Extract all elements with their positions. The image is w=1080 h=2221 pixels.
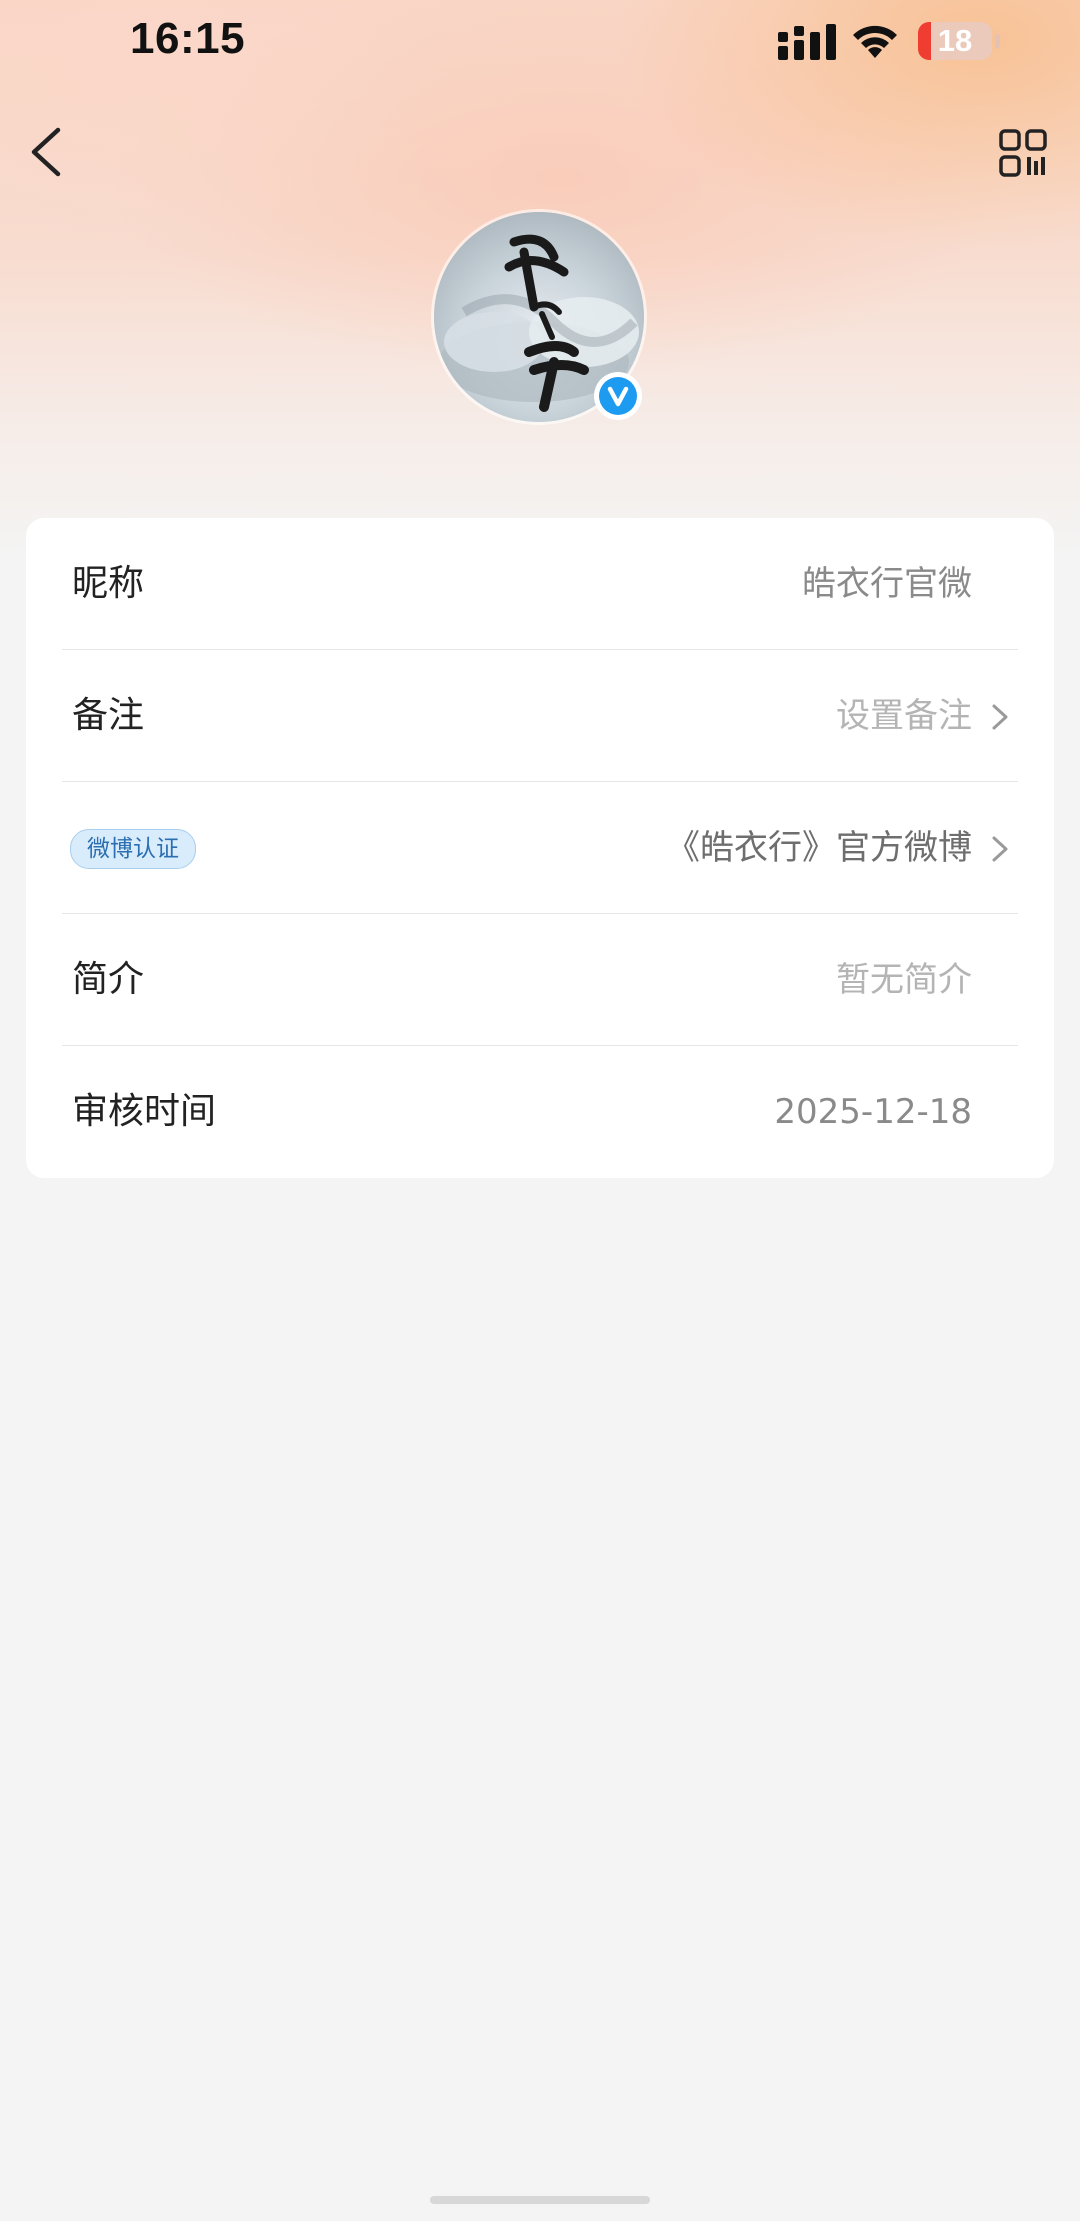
profile-info-screen: 16:15 18 昵称 皓衣行官微 备注 设置备注 微博认证 《皓衣行》官方微博… xyxy=(0,0,1080,2221)
wifi-icon xyxy=(853,25,897,58)
nickname-value: 皓衣行官微 xyxy=(802,564,972,604)
verified-badge xyxy=(594,372,642,420)
signal-icon xyxy=(778,24,836,60)
back-button[interactable] xyxy=(24,124,68,180)
weibo-verification-badge: 微博认证 xyxy=(70,829,196,869)
remark-row[interactable]: 备注 设置备注 xyxy=(26,650,1054,782)
chevron-right-icon xyxy=(992,836,1008,862)
verified-v-icon xyxy=(599,377,637,415)
battery-cap xyxy=(995,34,1000,48)
review-time-value: 2025-12-18 xyxy=(774,1092,972,1132)
battery-icon: 18 xyxy=(918,22,992,60)
battery-level: 18 xyxy=(937,23,973,58)
verification-row[interactable]: 微博认证 《皓衣行》官方微博 xyxy=(26,782,1054,914)
review-time-row: 审核时间 2025-12-18 xyxy=(26,1046,1054,1178)
profile-info-card: 昵称 皓衣行官微 备注 设置备注 微博认证 《皓衣行》官方微博 简介 暂无简介 xyxy=(26,518,1054,1178)
bio-label: 简介 xyxy=(72,959,145,1000)
nickname-label: 昵称 xyxy=(72,563,145,604)
remark-label: 备注 xyxy=(72,695,145,736)
bio-value: 暂无简介 xyxy=(836,960,972,1000)
chevron-right-icon xyxy=(992,704,1008,730)
remark-value: 设置备注 xyxy=(836,696,972,736)
review-time-label: 审核时间 xyxy=(72,1091,217,1132)
qr-code-button[interactable] xyxy=(998,128,1048,178)
verification-value: 《皓衣行》官方微博 xyxy=(666,828,972,868)
bio-row: 简介 暂无简介 xyxy=(26,914,1054,1046)
status-time: 16:15 xyxy=(130,14,246,63)
home-indicator[interactable] xyxy=(430,2196,650,2204)
nickname-row: 昵称 皓衣行官微 xyxy=(26,518,1054,650)
